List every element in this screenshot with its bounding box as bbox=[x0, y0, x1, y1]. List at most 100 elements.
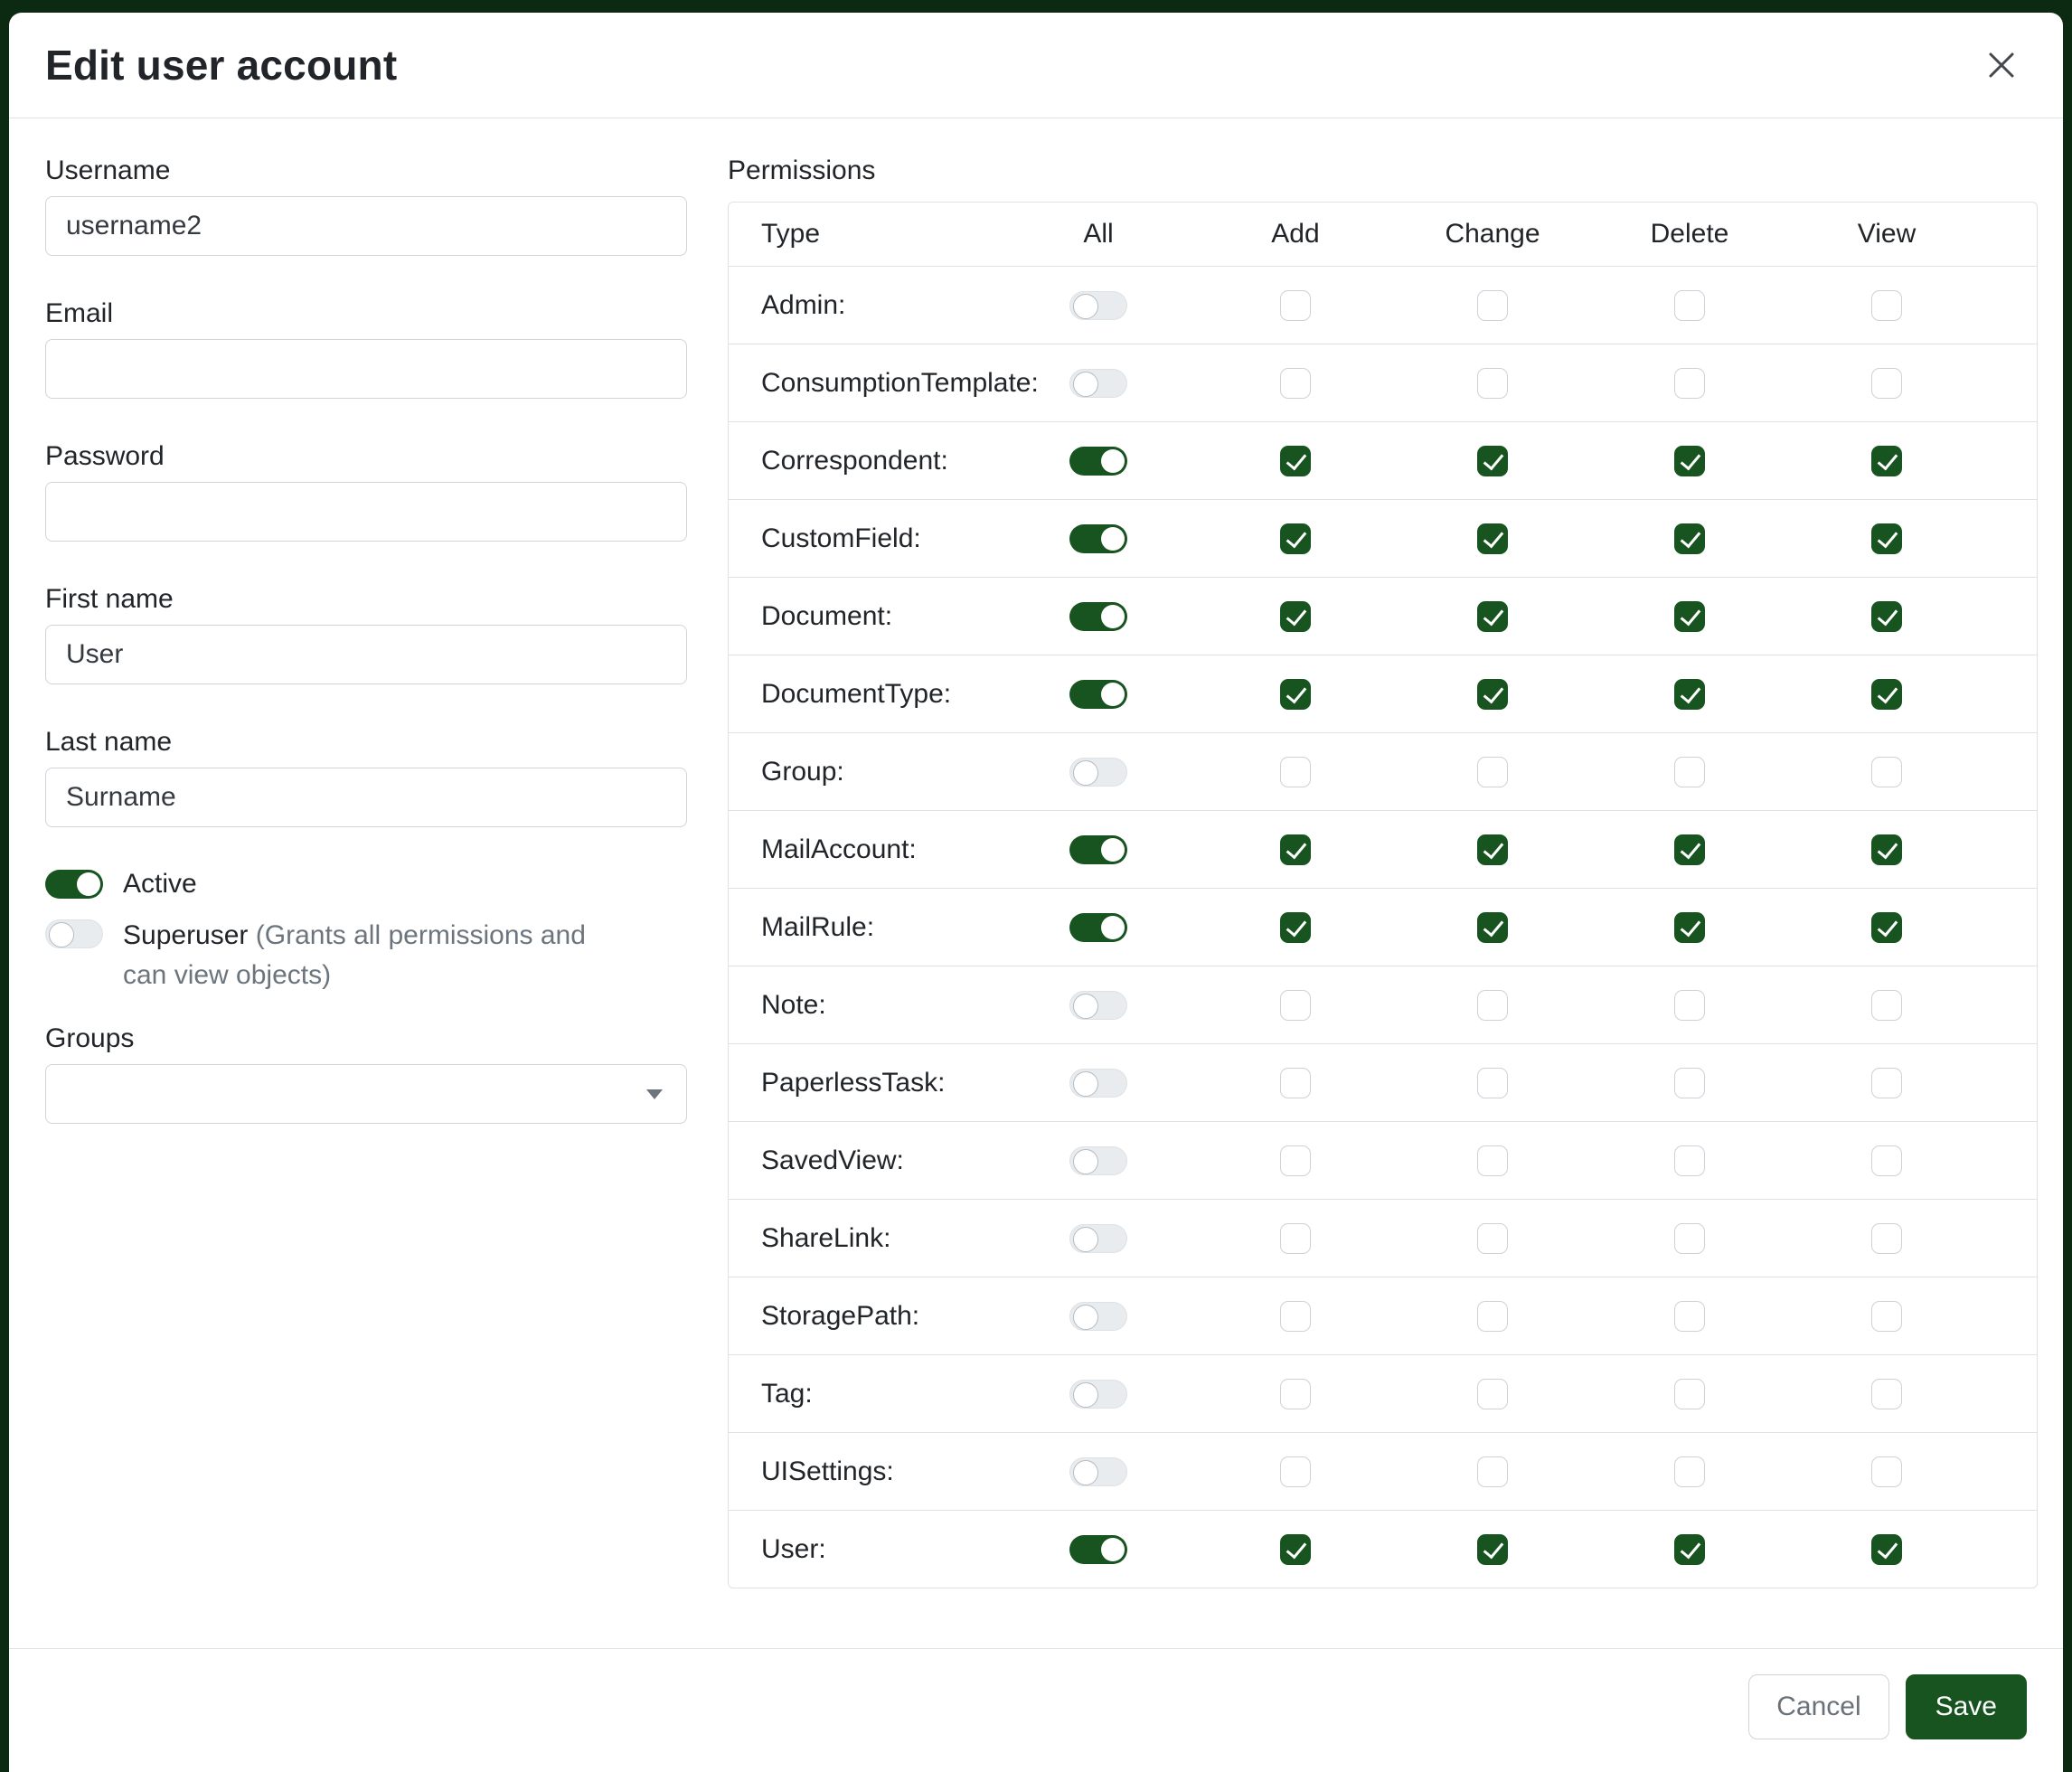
change-checkbox[interactable] bbox=[1477, 757, 1508, 787]
save-button[interactable]: Save bbox=[1906, 1674, 2027, 1739]
cancel-button[interactable]: Cancel bbox=[1748, 1674, 1888, 1739]
view-checkbox[interactable] bbox=[1871, 1456, 1902, 1487]
delete-checkbox[interactable] bbox=[1674, 990, 1705, 1021]
delete-checkbox[interactable] bbox=[1674, 679, 1705, 710]
all-toggle[interactable] bbox=[1069, 1224, 1127, 1253]
add-checkbox[interactable] bbox=[1280, 1223, 1311, 1254]
view-checkbox[interactable] bbox=[1871, 679, 1902, 710]
change-checkbox[interactable] bbox=[1477, 1301, 1508, 1332]
change-checkbox[interactable] bbox=[1477, 1223, 1508, 1254]
delete-checkbox[interactable] bbox=[1674, 834, 1705, 865]
delete-checkbox[interactable] bbox=[1674, 1068, 1705, 1098]
add-checkbox[interactable] bbox=[1280, 523, 1311, 554]
delete-checkbox[interactable] bbox=[1674, 1145, 1705, 1176]
view-checkbox[interactable] bbox=[1871, 1534, 1902, 1565]
all-toggle[interactable] bbox=[1069, 1535, 1127, 1564]
add-checkbox[interactable] bbox=[1280, 1456, 1311, 1487]
delete-checkbox[interactable] bbox=[1674, 523, 1705, 554]
change-checkbox[interactable] bbox=[1477, 290, 1508, 321]
delete-checkbox[interactable] bbox=[1674, 1223, 1705, 1254]
add-checkbox[interactable] bbox=[1280, 1301, 1311, 1332]
first-name-field[interactable] bbox=[45, 625, 687, 684]
view-checkbox[interactable] bbox=[1871, 290, 1902, 321]
add-checkbox[interactable] bbox=[1280, 912, 1311, 943]
add-checkbox[interactable] bbox=[1280, 1068, 1311, 1098]
superuser-toggle[interactable] bbox=[45, 919, 103, 948]
change-checkbox[interactable] bbox=[1477, 523, 1508, 554]
change-checkbox[interactable] bbox=[1477, 1068, 1508, 1098]
add-checkbox[interactable] bbox=[1280, 601, 1311, 632]
change-checkbox[interactable] bbox=[1477, 601, 1508, 632]
add-checkbox[interactable] bbox=[1280, 368, 1311, 399]
password-field[interactable] bbox=[45, 482, 687, 542]
view-checkbox[interactable] bbox=[1871, 1379, 1902, 1409]
all-toggle[interactable] bbox=[1069, 602, 1127, 631]
table-row: Document: bbox=[729, 577, 2037, 655]
change-checkbox[interactable] bbox=[1477, 990, 1508, 1021]
username-input[interactable] bbox=[45, 196, 687, 256]
change-checkbox[interactable] bbox=[1477, 834, 1508, 865]
add-checkbox[interactable] bbox=[1280, 834, 1311, 865]
add-checkbox[interactable] bbox=[1280, 290, 1311, 321]
delete-checkbox[interactable] bbox=[1674, 1534, 1705, 1565]
all-toggle[interactable] bbox=[1069, 758, 1127, 787]
delete-checkbox[interactable] bbox=[1674, 1301, 1705, 1332]
change-checkbox[interactable] bbox=[1477, 1534, 1508, 1565]
groups-select[interactable] bbox=[45, 1064, 687, 1124]
add-checkbox[interactable] bbox=[1280, 446, 1311, 476]
change-checkbox[interactable] bbox=[1477, 912, 1508, 943]
active-toggle[interactable] bbox=[45, 870, 103, 899]
all-toggle[interactable] bbox=[1069, 524, 1127, 553]
all-toggle[interactable] bbox=[1069, 991, 1127, 1020]
change-checkbox[interactable] bbox=[1477, 1379, 1508, 1409]
view-checkbox[interactable] bbox=[1871, 1301, 1902, 1332]
all-toggle[interactable] bbox=[1069, 369, 1127, 398]
add-checkbox[interactable] bbox=[1280, 990, 1311, 1021]
all-toggle[interactable] bbox=[1069, 1069, 1127, 1098]
all-toggle[interactable] bbox=[1069, 835, 1127, 864]
table-row: ShareLink: bbox=[729, 1199, 2037, 1277]
delete-checkbox[interactable] bbox=[1674, 368, 1705, 399]
all-toggle[interactable] bbox=[1069, 291, 1127, 320]
email-field[interactable] bbox=[45, 339, 687, 399]
delete-checkbox[interactable] bbox=[1674, 912, 1705, 943]
view-checkbox[interactable] bbox=[1871, 990, 1902, 1021]
add-checkbox[interactable] bbox=[1280, 757, 1311, 787]
change-checkbox[interactable] bbox=[1477, 1456, 1508, 1487]
all-toggle[interactable] bbox=[1069, 1380, 1127, 1409]
change-checkbox[interactable] bbox=[1477, 368, 1508, 399]
add-checkbox[interactable] bbox=[1280, 679, 1311, 710]
table-row: Admin: bbox=[729, 266, 2037, 344]
delete-checkbox[interactable] bbox=[1674, 1379, 1705, 1409]
all-toggle[interactable] bbox=[1069, 913, 1127, 942]
last-name-field[interactable] bbox=[45, 768, 687, 827]
change-checkbox[interactable] bbox=[1477, 679, 1508, 710]
close-button[interactable] bbox=[1976, 40, 2027, 90]
add-checkbox[interactable] bbox=[1280, 1534, 1311, 1565]
view-checkbox[interactable] bbox=[1871, 1068, 1902, 1098]
view-checkbox[interactable] bbox=[1871, 912, 1902, 943]
superuser-label: Superuser bbox=[123, 920, 248, 950]
view-checkbox[interactable] bbox=[1871, 1145, 1902, 1176]
view-checkbox[interactable] bbox=[1871, 834, 1902, 865]
change-checkbox[interactable] bbox=[1477, 446, 1508, 476]
all-toggle[interactable] bbox=[1069, 447, 1127, 476]
all-toggle[interactable] bbox=[1069, 1146, 1127, 1175]
delete-checkbox[interactable] bbox=[1674, 290, 1705, 321]
delete-checkbox[interactable] bbox=[1674, 757, 1705, 787]
delete-checkbox[interactable] bbox=[1674, 446, 1705, 476]
add-checkbox[interactable] bbox=[1280, 1379, 1311, 1409]
all-toggle[interactable] bbox=[1069, 680, 1127, 709]
delete-checkbox[interactable] bbox=[1674, 1456, 1705, 1487]
delete-checkbox[interactable] bbox=[1674, 601, 1705, 632]
change-checkbox[interactable] bbox=[1477, 1145, 1508, 1176]
view-checkbox[interactable] bbox=[1871, 523, 1902, 554]
all-toggle[interactable] bbox=[1069, 1302, 1127, 1331]
view-checkbox[interactable] bbox=[1871, 757, 1902, 787]
all-toggle[interactable] bbox=[1069, 1457, 1127, 1486]
view-checkbox[interactable] bbox=[1871, 1223, 1902, 1254]
add-checkbox[interactable] bbox=[1280, 1145, 1311, 1176]
view-checkbox[interactable] bbox=[1871, 368, 1902, 399]
view-checkbox[interactable] bbox=[1871, 446, 1902, 476]
view-checkbox[interactable] bbox=[1871, 601, 1902, 632]
